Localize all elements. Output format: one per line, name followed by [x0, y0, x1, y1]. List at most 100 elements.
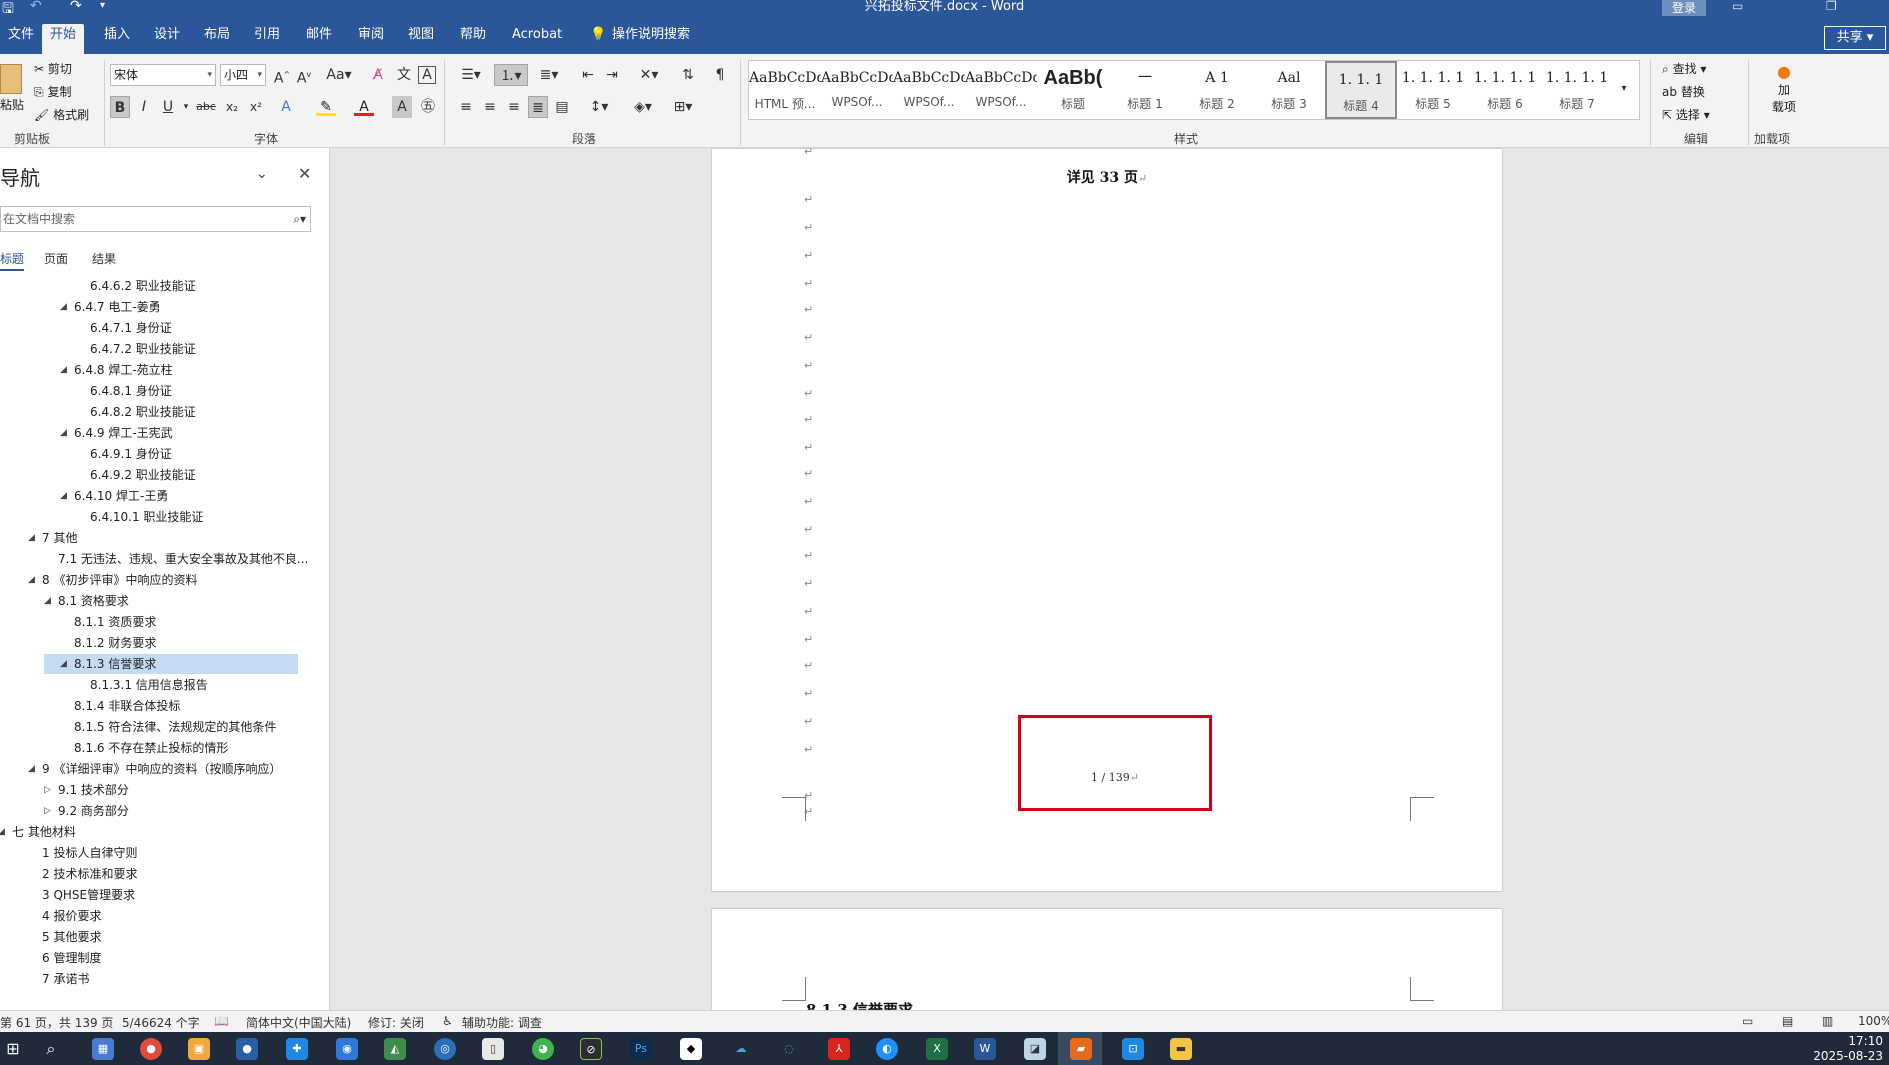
increase-indent-icon[interactable]: ⇥: [602, 64, 622, 86]
document-page[interactable]: 详见 33 页↵ ↵ ↵ ↵ ↵ ↵ ↵ ↵ ↵ ↵ ↵ ↵ ↵ ↵ ↵ ↵ ↵ ↵ ↵ ↵ ↵ ↵ ↵ ↵ ↵ 1 / 13…: [711, 148, 1503, 892]
accessibility-status[interactable]: 辅助功能: 调查: [462, 1014, 542, 1031]
load-addins-button[interactable]: ● 加 载项: [1756, 62, 1812, 115]
nav-heading-item[interactable]: 6.4.9.2 职业技能证: [60, 465, 298, 485]
tab-help[interactable]: 帮助: [452, 24, 494, 54]
nav-heading-item[interactable]: 8.1.4 非联合体投标: [44, 696, 298, 716]
nav-heading-item[interactable]: 2 技术标准和要求: [12, 864, 298, 884]
photos-icon[interactable]: ▣: [188, 1038, 210, 1060]
print-layout-icon[interactable]: ▤: [1782, 1014, 1793, 1028]
chinese-layout-icon[interactable]: ✕▾: [634, 64, 664, 86]
word-icon[interactable]: W: [974, 1038, 996, 1060]
accessibility-icon[interactable]: ♿: [442, 1014, 453, 1028]
nav-heading-item[interactable]: 8.1.3.1 信用信息报告: [60, 675, 298, 695]
grow-font-icon[interactable]: A^: [272, 64, 292, 87]
nav-heading-item[interactable]: ◢ 6.4.9 焊工-王宪武: [44, 423, 298, 443]
expand-icon[interactable]: ▷: [44, 801, 51, 821]
chevron-down-icon[interactable]: ⌄: [256, 166, 268, 182]
nav-heading-item[interactable]: 6.4.7.2 职业技能证: [60, 339, 298, 359]
style-item[interactable]: 1. 1. 1 标题 4: [1325, 61, 1397, 119]
multilevel-list-icon[interactable]: ≣▾: [534, 64, 564, 86]
nav-search-input[interactable]: 在文档中搜索 ⌕▾: [0, 206, 311, 232]
collapse-icon[interactable]: ◢: [44, 591, 51, 611]
strikethrough-icon[interactable]: abc: [196, 96, 216, 118]
highlight-icon[interactable]: ✎: [316, 96, 336, 116]
app-icon[interactable]: ⊘: [580, 1038, 602, 1060]
copy-button[interactable]: ⎘ 复制: [34, 83, 71, 100]
line-spacing-icon[interactable]: ↕▾: [584, 96, 614, 118]
tab-insert[interactable]: 插入: [96, 24, 138, 54]
track-changes-status[interactable]: 修订: 关闭: [368, 1014, 424, 1031]
replace-button[interactable]: ab 替换: [1662, 83, 1705, 100]
chevron-down-icon[interactable]: ▾: [176, 96, 196, 118]
paste-button[interactable]: 粘贴: [0, 60, 26, 120]
bullets-icon[interactable]: ☰▾: [456, 64, 486, 86]
nav-heading-item[interactable]: 8.1.5 符合法律、法规规定的其他条件: [44, 717, 298, 737]
style-item[interactable]: Aal 标题 3: [1253, 61, 1325, 119]
tab-acrobat[interactable]: Acrobat: [504, 24, 570, 54]
app-icon[interactable]: ◌: [778, 1038, 800, 1060]
collapse-icon[interactable]: ◢: [60, 297, 67, 317]
collapse-icon[interactable]: ◢: [28, 570, 35, 590]
style-item[interactable]: 1. 1. 1. 1 标题 5: [1397, 61, 1469, 119]
restore-icon[interactable]: ❐: [1826, 0, 1837, 13]
shrink-font-icon[interactable]: Av: [294, 64, 314, 87]
nav-heading-item[interactable]: 6.4.10.1 职业技能证: [60, 507, 298, 527]
calculator-icon[interactable]: ▦: [92, 1038, 114, 1060]
browser-icon[interactable]: ◐: [876, 1038, 898, 1060]
tab-layout[interactable]: 布局: [196, 24, 238, 54]
nav-heading-item[interactable]: 7 承诺书: [12, 969, 298, 989]
nav-tab-results[interactable]: 结果: [92, 250, 116, 267]
text-effects-icon[interactable]: A: [276, 96, 296, 118]
map-icon[interactable]: ◭: [384, 1038, 406, 1060]
shading-icon[interactable]: ◈▾: [628, 96, 658, 118]
app-icon[interactable]: ▰: [1070, 1038, 1092, 1060]
nav-heading-item[interactable]: 6.4.7.1 身份证: [60, 318, 298, 338]
nav-tab-pages[interactable]: 页面: [44, 250, 68, 267]
app-icon[interactable]: ☁: [730, 1038, 752, 1060]
word-count-status[interactable]: 5/46624 个字: [122, 1014, 200, 1031]
read-mode-icon[interactable]: ▭: [1742, 1014, 1753, 1028]
nav-heading-item[interactable]: 6.4.6.2 职业技能证: [60, 276, 298, 296]
excel-icon[interactable]: X: [926, 1038, 948, 1060]
cut-button[interactable]: ✂ 剪切: [34, 60, 72, 77]
enclose-characters-icon[interactable]: ㊄: [418, 96, 438, 118]
style-item[interactable]: 一标题 1: [1109, 61, 1181, 119]
find-button[interactable]: ⌕ 查找 ▾: [1662, 60, 1706, 77]
login-button[interactable]: 登录: [1662, 0, 1706, 16]
style-item[interactable]: AaBbCcDd HTML 预...: [749, 61, 821, 119]
collapse-icon[interactable]: ◢: [60, 360, 67, 380]
style-item[interactable]: AaBbCcDd WPSOf...: [893, 61, 965, 119]
close-icon[interactable]: ✕: [298, 164, 311, 183]
photoshop-icon[interactable]: Ps: [630, 1038, 652, 1060]
nav-heading-item[interactable]: ◢ 9 《详细评审》中响应的资料（按顺序响应）: [12, 759, 298, 779]
system-clock[interactable]: 17:10 2025-08-23: [1813, 1034, 1883, 1064]
nav-heading-item[interactable]: ▷ 9.2 商务部分: [28, 801, 298, 821]
collapse-icon[interactable]: ◢: [60, 486, 67, 506]
justify-icon[interactable]: ≣: [528, 96, 548, 118]
nav-heading-item[interactable]: 8.1.2 财务要求: [44, 633, 298, 653]
nav-tab-headings[interactable]: 标题: [0, 250, 25, 271]
style-item[interactable]: AaBb(标题: [1037, 61, 1109, 119]
search-icon[interactable]: ⌕: [40, 1038, 62, 1060]
search-icon[interactable]: ⌕▾: [293, 207, 306, 231]
app-icon[interactable]: ◎: [434, 1038, 456, 1060]
tab-review[interactable]: 审阅: [350, 24, 392, 54]
nav-heading-item[interactable]: 8.1.6 不存在禁止投标的情形: [44, 738, 298, 758]
underline-icon[interactable]: U: [158, 96, 178, 118]
superscript-icon[interactable]: x²: [246, 96, 266, 118]
style-item[interactable]: AaBbCcDd WPSOf...: [965, 61, 1037, 119]
collapse-icon[interactable]: ◢: [60, 423, 67, 443]
nav-heading-item[interactable]: ◢ 6.4.7 电工-姜勇: [44, 297, 298, 317]
distributed-icon[interactable]: ▤: [552, 96, 572, 118]
align-left-icon[interactable]: ≡: [456, 96, 476, 118]
style-item[interactable]: 1. 1. 1. 1 标题 6: [1469, 61, 1541, 119]
page-count-status[interactable]: 第 61 页，共 139 页: [0, 1014, 113, 1031]
tab-view[interactable]: 视图: [400, 24, 442, 54]
nav-heading-item[interactable]: ◢ 七 其他材料: [0, 822, 298, 842]
document-page[interactable]: 8.1.3 信誉要求: [711, 908, 1503, 1010]
nav-heading-item[interactable]: 3 QHSE管理要求: [12, 885, 298, 905]
format-painter-button[interactable]: 🖌 格式刷: [34, 106, 89, 123]
nav-heading-item[interactable]: ◢ 8 《初步评审》中响应的资料: [12, 570, 298, 590]
nav-heading-item[interactable]: 6 管理制度: [12, 948, 298, 968]
app-icon[interactable]: ◉: [336, 1038, 358, 1060]
